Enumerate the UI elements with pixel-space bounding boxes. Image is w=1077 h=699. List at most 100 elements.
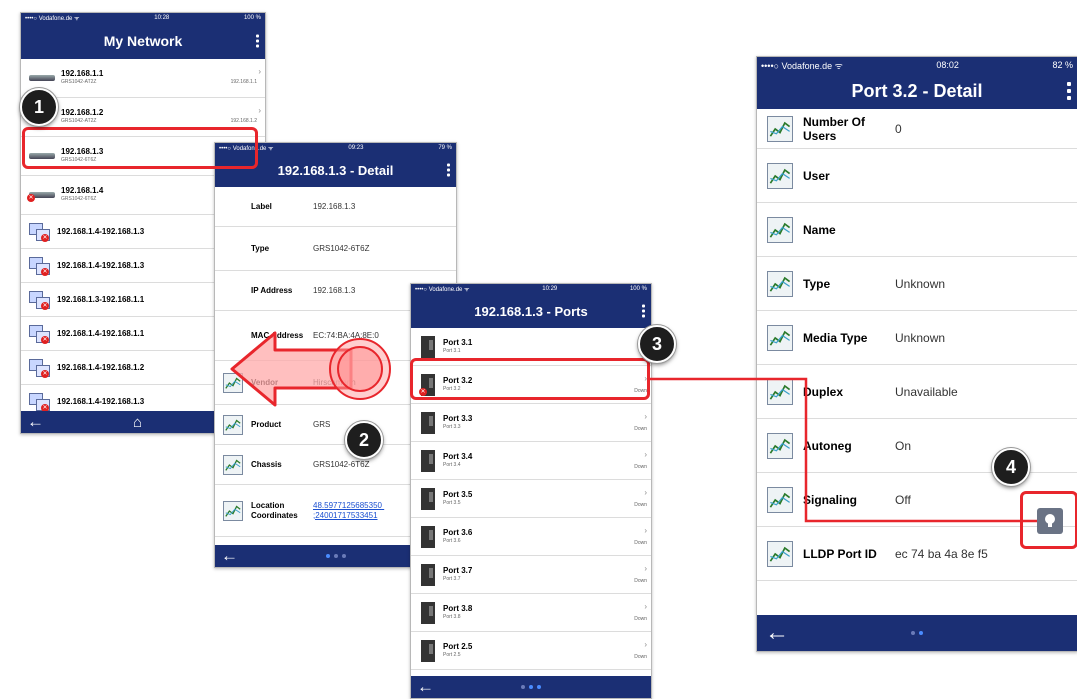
chart-icon (223, 414, 243, 435)
home-icon[interactable]: ⌂ (133, 414, 142, 431)
detail-label: IP Address (251, 285, 293, 295)
title-bar: 192.168.1.3 - Ports (411, 294, 651, 328)
detail-value: GRS1042-6T6Z (313, 459, 370, 469)
port-status: Down (634, 426, 647, 432)
port-row[interactable]: Port 2.5 Port 2.5 › Down (411, 632, 651, 670)
port-row[interactable]: Port 3.4 Port 3.4 › Down (411, 442, 651, 480)
port-detail-row[interactable]: Media Type Unknown (757, 311, 1077, 365)
bottom-nav: ← (411, 676, 651, 698)
port-detail-row[interactable]: User (757, 149, 1077, 203)
port-row[interactable]: Port 3.3 Port 3.3 › Down (411, 404, 651, 442)
port-detail-row[interactable]: Name (757, 203, 1077, 257)
status-bar: ••••○ Vodafone.de ᯤ 10:29 100 % (411, 284, 651, 294)
port-sub: Port 3.4 (443, 461, 461, 468)
more-menu-icon[interactable] (1067, 82, 1071, 100)
more-menu-icon[interactable] (642, 304, 645, 318)
back-arrow-icon[interactable]: ← (221, 546, 238, 566)
callout-2: 2 (345, 421, 383, 459)
battery: 79 % (438, 145, 452, 151)
page-dots (521, 685, 541, 689)
port-detail-label: Duplex (803, 384, 844, 399)
port-name: Port 3.5 (443, 489, 473, 499)
port-row[interactable]: Port 3.5 Port 3.5 › Down (411, 480, 651, 518)
link-icon: ✕ (29, 358, 51, 378)
battery: 82 % (1052, 60, 1073, 70)
port-status: Down (634, 616, 647, 622)
chart-icon (223, 500, 243, 521)
port-icon (421, 335, 435, 358)
more-menu-icon[interactable] (256, 34, 259, 48)
port-detail-label: Signaling (803, 492, 857, 507)
title-bar: My Network (21, 23, 265, 59)
link-name: 192.168.1.4-192.168.1.3 (57, 261, 145, 270)
port-row[interactable]: Port 3.7 Port 3.7 › Down (411, 556, 651, 594)
detail-value: 192.168.1.3 (313, 201, 356, 211)
chart-icon (767, 540, 793, 567)
screen-ports: ••••○ Vodafone.de ᯤ 10:29 100 % 192.168.… (410, 283, 652, 699)
page-title: 192.168.1.3 - Detail (277, 162, 394, 178)
port-sub: Port 3.1 (443, 347, 461, 354)
chart-icon (767, 324, 793, 351)
detail-row[interactable]: Label 192.168.1.3 (215, 187, 456, 227)
port-detail-value: Unknown (895, 330, 946, 345)
port-detail-label: Name (803, 222, 836, 237)
port-detail-label: Type (803, 276, 831, 291)
port-row[interactable]: Port 3.8 Port 3.8 › Down (411, 594, 651, 632)
port-detail-row[interactable]: Number Of Users 0 (757, 109, 1077, 149)
port-sub: Port 3.5 (443, 499, 461, 506)
device-row[interactable]: 192.168.1.1 GRS1042-AT2Z 192.168.1.1 › (21, 59, 265, 98)
detail-row[interactable]: Type GRS1042-6T6Z (215, 227, 456, 271)
chart-icon (767, 378, 793, 405)
bottom-nav: ← (757, 615, 1077, 651)
title-bar: Port 3.2 - Detail (757, 73, 1077, 109)
callout-4: 4 (992, 448, 1030, 486)
chart-icon (767, 216, 793, 243)
chevron-right-icon: › (644, 450, 647, 459)
callout-1: 1 (20, 88, 58, 126)
link-name: 192.168.1.4-192.168.1.3 (57, 227, 145, 236)
status-bar: ••••○ Vodafone.de ᯤ 08:02 82 % (757, 57, 1077, 73)
port-row[interactable]: Port 3.6 Port 3.6 › Down (411, 518, 651, 556)
port-status: Down (634, 540, 647, 546)
port-name: Port 3.1 (443, 337, 473, 347)
port-sub: Port 2.5 (443, 651, 461, 658)
detail-label: Chassis (251, 459, 282, 469)
chevron-right-icon: › (644, 526, 647, 535)
time: 09:23 (348, 145, 364, 151)
port-detail-value: On (895, 438, 912, 453)
port-detail-value: ec 74 ba 4a 8e f5 (895, 546, 988, 561)
carrier: ••••○ Vodafone.de ᯤ (25, 16, 80, 22)
chevron-right-icon: › (644, 640, 647, 649)
chart-icon (223, 454, 243, 475)
status-bar: ••••○ Vodafone.de ᯤ 10:28 100 % (21, 13, 265, 23)
port-detail-value: 0 (895, 121, 902, 136)
port-detail-row[interactable]: Duplex Unavailable (757, 365, 1077, 419)
port-detail-label: LLDP Port ID (803, 546, 877, 561)
back-arrow-icon[interactable]: ← (765, 619, 789, 647)
chevron-right-icon: › (644, 412, 647, 421)
detail-value[interactable]: 48.5977125685350 ;24001717533451 (313, 501, 423, 521)
port-detail-value: Off (895, 492, 911, 507)
device-right-label: 192.168.1.1 (230, 79, 257, 85)
chevron-right-icon: › (644, 564, 647, 573)
port-sub: Port 3.6 (443, 537, 461, 544)
more-menu-icon[interactable] (447, 163, 450, 177)
device-model: GRS1042-6T6Z (61, 196, 97, 202)
callout-3: 3 (638, 325, 676, 363)
time: 08:02 (936, 60, 959, 70)
link-icon: ✕ (29, 392, 51, 412)
port-status: Down (634, 578, 647, 584)
page-dots (325, 554, 346, 558)
detail-label: Vendor (251, 377, 279, 387)
page-title: 192.168.1.3 - Ports (474, 303, 588, 319)
detail-value: GRS1042-6T6Z (313, 243, 370, 253)
chart-icon (767, 432, 793, 459)
device-model: GRS1042-AT2Z (61, 118, 97, 124)
back-arrow-icon[interactable]: ← (417, 677, 434, 697)
page-title: My Network (103, 33, 183, 49)
back-arrow-icon[interactable]: ← (27, 412, 44, 432)
port-name: Port 3.3 (443, 413, 473, 423)
port-detail-row[interactable]: Type Unknown (757, 257, 1077, 311)
detail-label: Location Coordinates (251, 500, 298, 520)
light-bulb-button[interactable] (1037, 508, 1063, 534)
